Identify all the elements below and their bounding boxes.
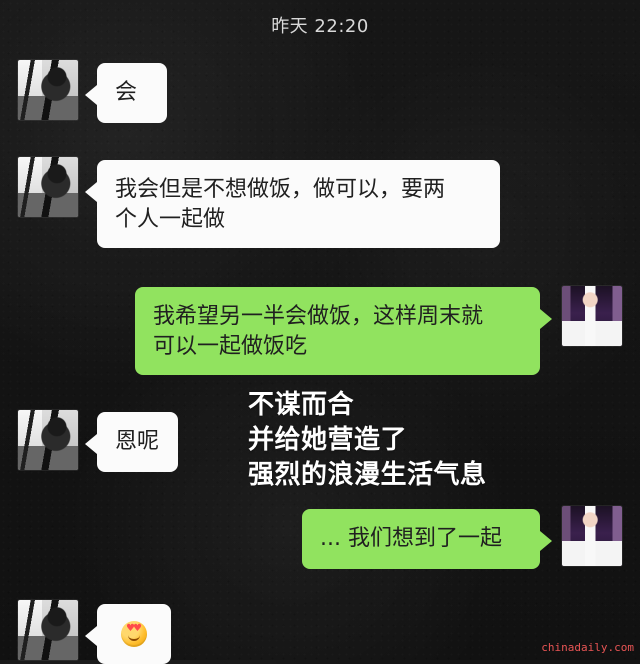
user-avatar-image [562,506,622,566]
emoji-mouth [128,633,140,641]
contact-avatar-image [18,600,78,660]
contact-avatar-1[interactable] [18,60,78,120]
message-timestamp: 昨天 22:20 [271,16,369,37]
contact-avatar-4[interactable] [18,600,78,660]
user-avatar-2[interactable] [562,506,622,566]
caption-line-2: 并给她营造了 [248,424,408,455]
contact-avatar-3[interactable] [18,410,78,470]
incoming-message-bubble-4[interactable] [85,604,171,664]
user-avatar-image [562,286,622,346]
incoming-message-bubble-1[interactable]: 会 [85,63,167,123]
user-avatar-1[interactable] [562,286,622,346]
incoming-message-bubble-2[interactable]: 我会但是不想做饭，做可以，要两 个人一起做 [85,160,500,248]
caption-line-3: 强烈的浪漫生活气息 [248,459,487,490]
contact-avatar-image [18,410,78,470]
watermark-text: chinadaily.com [541,641,634,654]
caption-line-1: 不谋而合 [248,390,355,420]
caption-overlay: 不谋而合 并给她营造了 强烈的浪漫生活气息 [248,388,487,492]
heart-eyes-emoji-icon [121,621,147,647]
outgoing-message-bubble-2[interactable]: ... 我们想到了一起 [302,509,552,569]
incoming-message-bubble-3[interactable]: 恩呢 [85,412,178,472]
outgoing-message-bubble-1[interactable]: 我希望另一半会做饭，这样周末就 可以一起做饭吃 [135,287,552,375]
contact-avatar-image [18,157,78,217]
contact-avatar-2[interactable] [18,157,78,217]
contact-avatar-image [18,60,78,120]
